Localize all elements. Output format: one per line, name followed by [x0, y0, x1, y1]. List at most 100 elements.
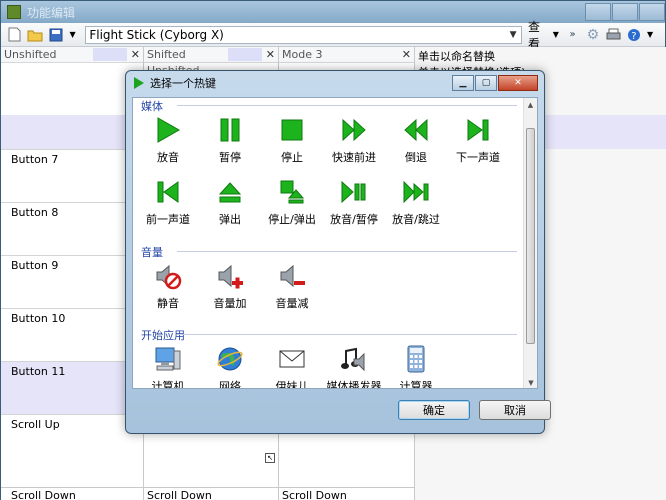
close-icon[interactable]: ✕: [402, 47, 411, 62]
play-icon: [134, 77, 144, 89]
stop-eject-icon: [280, 180, 305, 204]
hint-rename[interactable]: 单击以命名替换: [418, 48, 495, 64]
hotkey-eject[interactable]: 弹出: [199, 178, 261, 227]
hotkey-label: 前一声道: [146, 213, 190, 226]
media-player-icon: [341, 347, 365, 372]
help-dropdown-icon[interactable]: ▼: [646, 27, 654, 43]
volume-up-icon: [218, 264, 243, 289]
hotkey-email[interactable]: 伊妹儿: [261, 345, 323, 389]
hotkey-label: 快速前进: [332, 151, 376, 164]
hotkey-label: 计算机: [151, 380, 185, 389]
dialog-titlebar: 选择一个热键 ▁ ▢ ✕: [126, 71, 544, 95]
hotkey-play-skip[interactable]: 放音/跳过: [385, 178, 447, 227]
hotkey-calculator[interactable]: 计算器: [385, 345, 447, 388]
hotkey-rewind[interactable]: 倒退: [385, 116, 447, 165]
save-icon[interactable]: [48, 27, 63, 43]
calculator-icon: [407, 345, 425, 373]
hotkey-stop-eject[interactable]: 停止/弹出: [261, 178, 323, 227]
hotkey-dialog: 选择一个热键 ▁ ▢ ✕ 媒体 放音 暂停 停止 快速前进 倒退 下一声道 前一…: [125, 70, 551, 434]
profile-select-value: Flight Stick (Cyborg X): [89, 27, 224, 42]
save-dropdown-icon[interactable]: ▼: [69, 27, 77, 43]
cell-scroll-down-mode3[interactable]: Scroll Down: [282, 489, 347, 500]
row-label-scroll-up[interactable]: Scroll Up: [11, 418, 60, 431]
row-label-button-8[interactable]: Button 8: [11, 206, 58, 219]
row-label-button-7[interactable]: Button 7: [11, 153, 58, 166]
scrollbar-thumb[interactable]: [526, 128, 535, 344]
hotkey-play[interactable]: 放音: [137, 116, 199, 165]
section-title-start-apps: 开始应用: [141, 329, 185, 342]
dialog-maximize-button[interactable]: ▢: [475, 75, 497, 91]
hotkey-play-pause[interactable]: 放音/暂停: [323, 178, 385, 227]
hotkey-fast-forward[interactable]: 快速前进: [323, 116, 385, 165]
help-icon[interactable]: ?: [626, 27, 641, 43]
dialog-title: 选择一个热键: [150, 77, 216, 90]
maximize-button[interactable]: [612, 3, 638, 21]
row-label-button-9[interactable]: Button 9: [11, 259, 58, 272]
cell-scroll-down-shifted[interactable]: Scroll Down: [147, 489, 212, 500]
column-header-label: Shifted: [147, 48, 186, 61]
hotkey-mute[interactable]: 静音: [137, 262, 199, 311]
section-title-media: 媒体: [141, 100, 163, 113]
svg-text:?: ?: [631, 31, 636, 42]
close-icon[interactable]: ✕: [131, 47, 140, 62]
hotkey-label: 放音/跳过: [392, 213, 440, 226]
column-header-mode-3[interactable]: Mode 3 ✕: [279, 47, 415, 63]
hotkey-label: 弹出: [219, 213, 241, 226]
dialog-controls: ▁ ▢ ✕: [451, 75, 538, 91]
hotkey-previous-track[interactable]: 前一声道: [137, 178, 199, 227]
new-file-icon[interactable]: [7, 27, 22, 43]
hotkey-volume-up[interactable]: 音量加: [199, 262, 261, 311]
volume-down-icon: [280, 264, 305, 288]
column-header-highlight: [228, 48, 262, 61]
row-label-button-10[interactable]: Button 10: [11, 312, 65, 325]
dialog-close-button[interactable]: ✕: [498, 75, 538, 91]
close-button[interactable]: [639, 3, 665, 21]
network-icon: [217, 347, 243, 371]
column-header-unshifted[interactable]: Unshifted ✕: [1, 47, 144, 63]
volume-row: 静音 音量加 音量减: [137, 262, 323, 311]
hotkey-volume-down[interactable]: 音量减: [261, 262, 323, 311]
section-divider: [177, 251, 517, 252]
ok-button[interactable]: 确定: [398, 400, 470, 420]
hotkey-stop[interactable]: 停止: [261, 116, 323, 165]
media-row-2: 前一声道 弹出 停止/弹出 放音/暂停 放音/跳过: [137, 178, 447, 227]
dialog-scrollbar[interactable]: ▲ ▼: [523, 98, 537, 388]
email-icon: [279, 350, 305, 368]
hotkey-label: 伊妹儿: [275, 380, 309, 389]
hotkey-label: 放音/暂停: [330, 213, 378, 226]
column-header-label: Mode 3: [282, 48, 323, 61]
next-track-icon: [467, 119, 489, 141]
row-label-button-11[interactable]: Button 11: [11, 365, 65, 378]
hotkey-media-player[interactable]: 媒体播发器: [323, 345, 385, 388]
hotkey-label: 停止/弹出: [268, 213, 316, 226]
hotkey-network[interactable]: 网络: [199, 345, 261, 388]
column-header-shifted[interactable]: Shifted ✕: [144, 47, 279, 63]
print-icon[interactable]: [606, 27, 621, 43]
pause-icon: [220, 118, 240, 142]
bottom-row: Scroll Down Scroll Down Scroll Down: [1, 487, 415, 500]
scroll-down-icon[interactable]: ▼: [524, 376, 537, 388]
profile-select[interactable]: Flight Stick (Cyborg X) ▼: [85, 25, 523, 44]
scroll-up-icon[interactable]: ▲: [524, 98, 537, 112]
close-icon[interactable]: ✕: [266, 47, 275, 62]
play-icon: [157, 117, 181, 143]
hotkey-pause[interactable]: 暂停: [199, 116, 261, 165]
function-editor-window: 功能编辑 ▼ Flight Stick (Cyborg X) ▼ 查看 ▼ » …: [0, 0, 666, 500]
section-divider: [177, 105, 517, 106]
hotkey-computer[interactable]: 计算机: [137, 345, 199, 389]
minimize-button[interactable]: [585, 3, 611, 21]
cell-scroll-down-unshifted[interactable]: Scroll Down: [11, 489, 76, 500]
column-header-label: Unshifted: [4, 48, 57, 61]
expand-icon[interactable]: ↖: [265, 453, 275, 463]
hotkey-label: 静音: [157, 297, 179, 310]
gear-icon[interactable]: ⚙: [585, 27, 600, 43]
cancel-button[interactable]: 取消: [479, 400, 551, 420]
previous-track-icon: [157, 181, 179, 203]
hotkey-next-track[interactable]: 下一声道: [447, 116, 509, 165]
open-folder-icon[interactable]: [27, 27, 43, 43]
dialog-minimize-button[interactable]: ▁: [452, 75, 474, 91]
hotkey-label: 停止: [281, 151, 303, 164]
toolbar-more-icon[interactable]: »: [565, 27, 580, 43]
hotkey-label: 音量减: [275, 297, 309, 310]
hotkey-label: 放音: [157, 151, 179, 164]
